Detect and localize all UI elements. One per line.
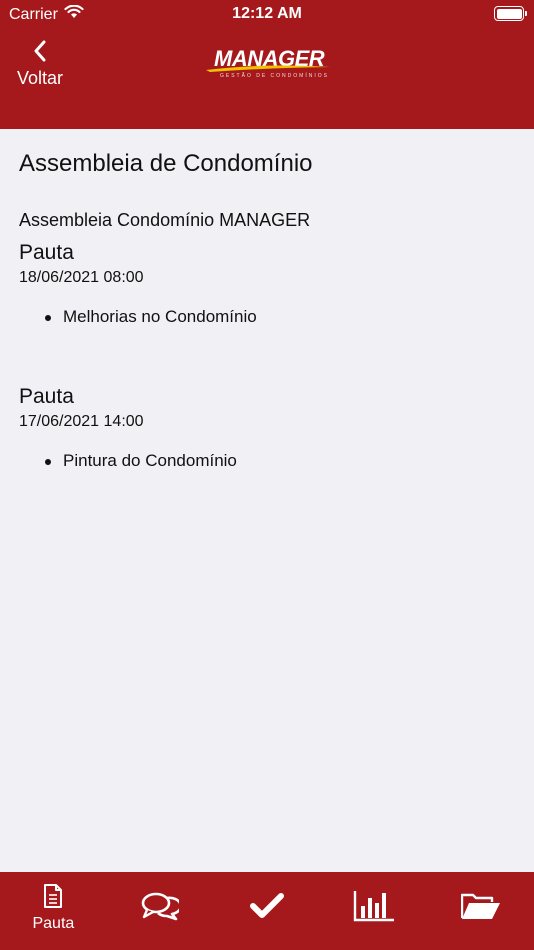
pauta-item: Pintura do Condomínio <box>45 451 515 471</box>
tab-documents[interactable] <box>427 872 534 950</box>
tab-pauta[interactable]: Pauta <box>0 872 107 950</box>
battery-icon <box>494 6 527 21</box>
tab-vote[interactable] <box>214 872 321 950</box>
pauta-item: Melhorias no Condomínio <box>45 307 515 327</box>
back-button[interactable]: Voltar <box>10 40 70 95</box>
pauta-items: Pintura do Condomínio <box>45 451 515 471</box>
header: Carrier 12:12 AM Voltar MANAGER GESTÃO D… <box>0 0 534 129</box>
chat-bubbles-icon <box>141 891 183 926</box>
logo-tagline: GESTÃO DE CONDOMÍNIOS <box>220 73 329 79</box>
pauta-date: 17/06/2021 14:00 <box>19 413 144 430</box>
pauta-section: Pauta 18/06/2021 08:00 Melhorias no Cond… <box>19 241 515 327</box>
tab-chat[interactable] <box>107 872 214 950</box>
checkmark-icon <box>249 892 284 924</box>
status-bar: Carrier 12:12 AM <box>0 0 534 28</box>
folder-open-icon <box>460 891 501 926</box>
pauta-section: Pauta 17/06/2021 14:00 Pintura do Condom… <box>19 385 515 471</box>
main-content: Assembleia de Condomínio Assembleia Cond… <box>19 150 515 529</box>
tab-label: Pauta <box>32 914 75 932</box>
pauta-title: Pauta <box>19 385 74 408</box>
status-time: 12:12 AM <box>232 5 302 22</box>
assembly-name: Assembleia Condomínio MANAGER <box>19 210 311 230</box>
pauta-date: 18/06/2021 08:00 <box>19 269 144 286</box>
bar-chart-icon <box>353 890 395 927</box>
back-label: Voltar <box>16 68 64 88</box>
chevron-left-icon <box>33 40 47 62</box>
tab-bar: Pauta <box>0 872 534 950</box>
page-title: Assembleia de Condomínio <box>19 150 313 177</box>
pauta-items: Melhorias no Condomínio <box>45 307 515 327</box>
tab-results[interactable] <box>320 872 427 950</box>
pauta-title: Pauta <box>19 241 74 264</box>
manager-logo: MANAGER GESTÃO DE CONDOMÍNIOS <box>204 46 332 82</box>
document-icon <box>43 883 63 913</box>
